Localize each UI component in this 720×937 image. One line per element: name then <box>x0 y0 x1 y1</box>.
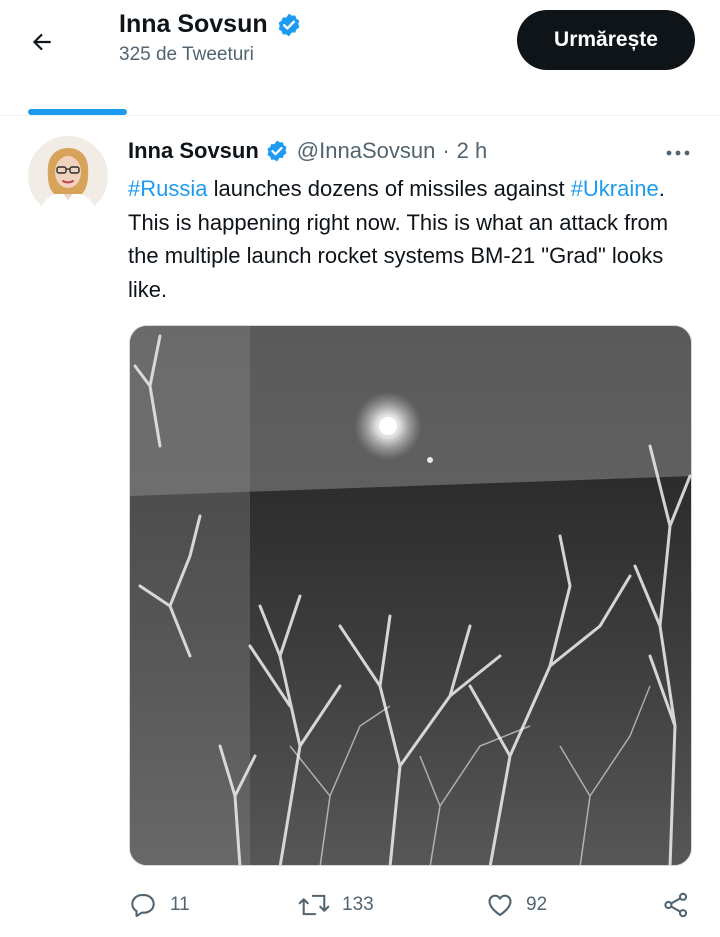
tweet-text: #Russia launches dozens of missiles agai… <box>128 172 698 306</box>
hashtag-russia[interactable]: #Russia <box>128 176 207 201</box>
heart-icon <box>488 894 512 916</box>
reply-count: 11 <box>170 894 190 915</box>
verified-badge-icon <box>278 13 299 36</box>
tweet-text-part1: launches dozens of missiles against <box>207 176 571 201</box>
profile-header: Inna Sovsun 325 de Tweeturi Urmărește <box>0 0 720 100</box>
verified-badge-icon <box>267 140 287 162</box>
tweet-timestamp[interactable]: 2 h <box>457 138 488 164</box>
header-name: Inna Sovsun <box>119 10 268 38</box>
like-button[interactable]: 92 <box>486 880 547 930</box>
back-button[interactable] <box>22 22 62 62</box>
header-divider <box>0 115 720 116</box>
retweet-icon <box>298 894 330 916</box>
like-count: 92 <box>526 894 548 915</box>
tweet-count: 325 de Tweeturi <box>119 44 254 65</box>
tweet-author-name[interactable]: Inna Sovsun <box>128 138 259 164</box>
separator-dot: · <box>442 138 450 163</box>
hashtag-ukraine[interactable]: #Ukraine <box>571 176 659 201</box>
retweet-count: 133 <box>342 894 374 915</box>
retweet-button[interactable]: 133 <box>298 880 374 930</box>
media-thumbnail <box>130 326 691 865</box>
reply-icon <box>131 894 155 918</box>
tweet-media-video[interactable] <box>129 325 692 866</box>
header-title-row: Inna Sovsun <box>119 10 302 39</box>
share-icon <box>664 892 688 918</box>
share-button[interactable] <box>662 880 690 930</box>
reply-button[interactable]: 11 <box>130 880 190 930</box>
tweet-header: Inna Sovsun @InnaSovsun · 2 h <box>128 138 487 164</box>
avatar[interactable] <box>28 136 108 216</box>
arrow-left-icon <box>32 33 51 51</box>
more-options-button[interactable] <box>656 136 700 170</box>
tweet-handle[interactable]: @InnaSovsun <box>297 138 436 164</box>
follow-button[interactable]: Urmărește <box>517 10 695 70</box>
more-horizontal-icon <box>666 150 690 156</box>
avatar-image <box>28 136 108 216</box>
tweet-actions: 11 133 92 <box>0 880 720 930</box>
